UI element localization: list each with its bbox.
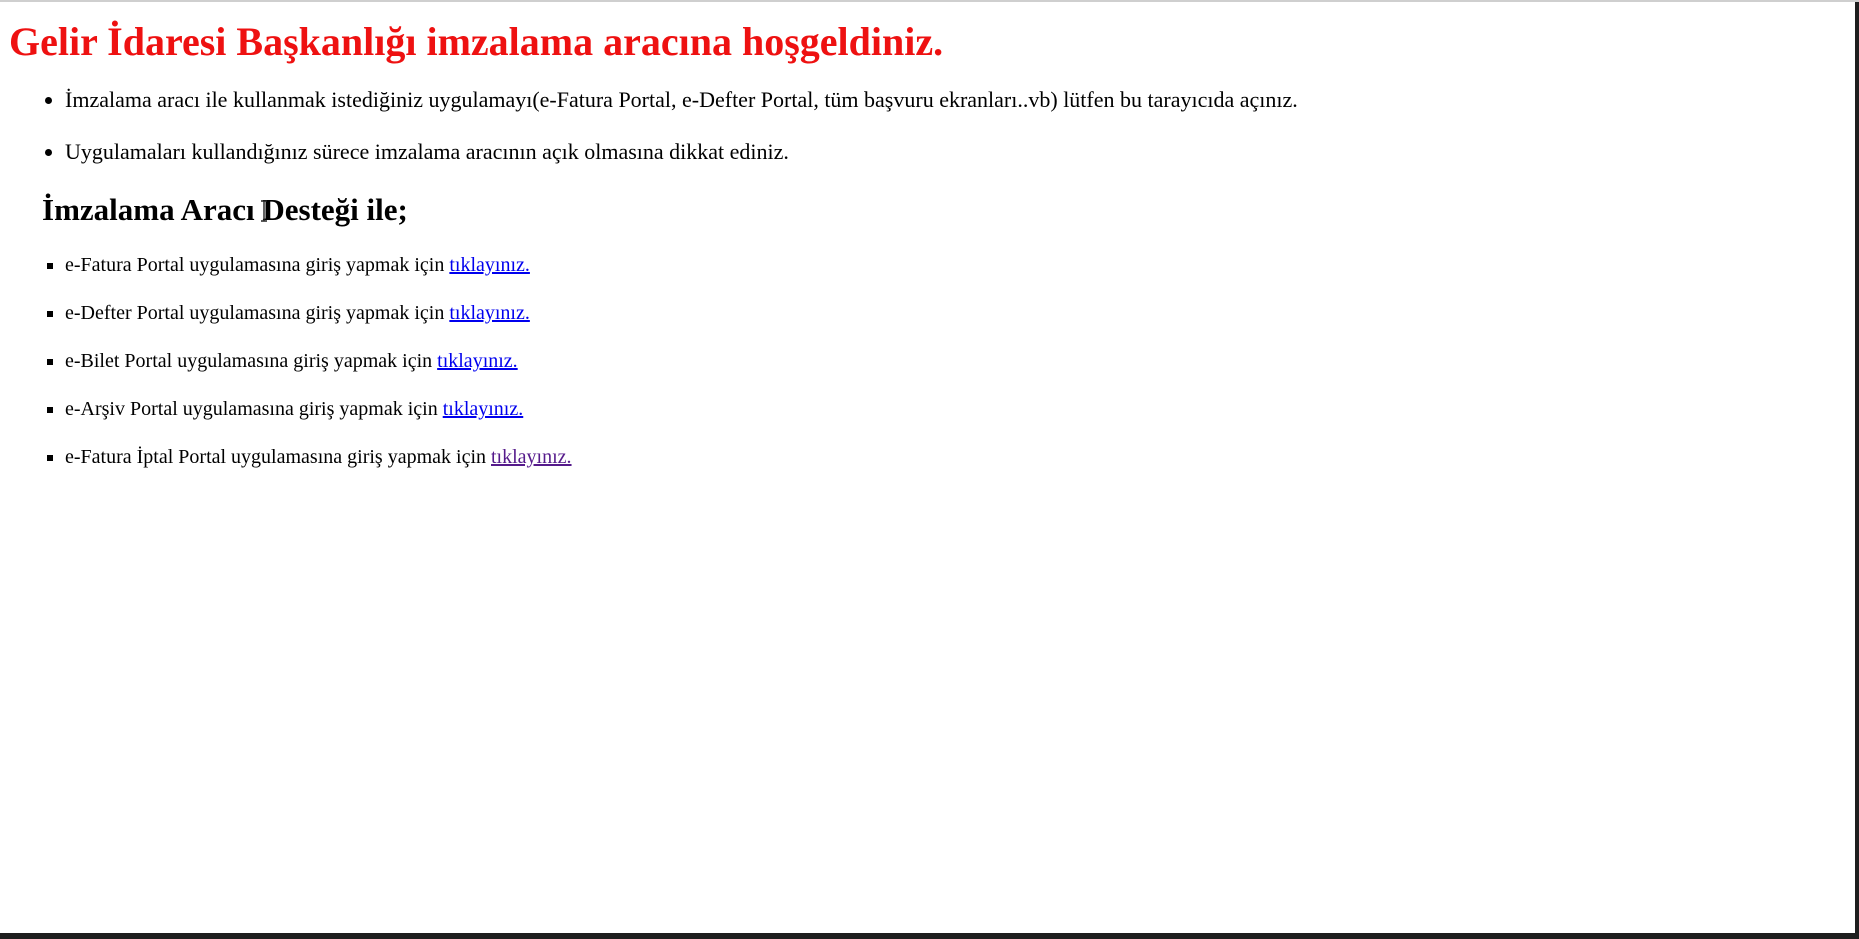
list-item-e-bilet: e-Bilet Portal uygulamasına giriş yapmak… [65,348,1809,374]
e-bilet-portal-link[interactable]: tıklayınız. [437,350,518,372]
e-arsiv-portal-link[interactable]: tıklayınız. [443,398,524,420]
list-item-text: e-Fatura Portal uygulamasına giriş yapma… [65,254,450,276]
page-title: Gelir İdaresi Başkanlığı imzalama aracın… [9,19,944,64]
window-right-edge [1855,2,1859,939]
list-item-text: e-Fatura İptal Portal uygulamasına giriş… [65,446,491,468]
support-subtitle: İmzalama Aracı Desteği ile; [42,192,408,227]
list-item-text: e-Bilet Portal uygulamasına giriş yapmak… [65,350,438,372]
browser-page: Gelir İdaresi Başkanlığı imzalama aracın… [0,0,1859,939]
list-item-e-defter: e-Defter Portal uygulamasına giriş yapma… [65,300,1809,326]
list-item-e-fatura-iptal: e-Fatura İptal Portal uygulamasına giriş… [65,444,1809,470]
window-bottom-edge [0,933,1859,939]
info-item-keep-open: Uygulamaları kullandığınız sürece imzala… [65,138,1809,166]
e-fatura-iptal-portal-link[interactable]: tıklayınız. [491,446,572,468]
list-item-text: e-Arşiv Portal uygulamasına giriş yapmak… [65,398,443,420]
list-item-e-fatura: e-Fatura Portal uygulamasına giriş yapma… [65,252,1809,278]
info-list: İmzalama aracı ile kullanmak istediğiniz… [9,86,1809,166]
list-item-e-arsiv: e-Arşiv Portal uygulamasına giriş yapmak… [65,396,1809,422]
list-item-text: e-Defter Portal uygulamasına giriş yapma… [65,302,450,324]
portal-link-list: e-Fatura Portal uygulamasına giriş yapma… [9,252,1809,470]
page-content: Gelir İdaresi Başkanlığı imzalama aracın… [9,16,1809,492]
info-item-open-app: İmzalama aracı ile kullanmak istediğiniz… [65,86,1809,114]
e-defter-portal-link[interactable]: tıklayınız. [449,302,530,324]
e-fatura-portal-link[interactable]: tıklayınız. [449,254,530,276]
text-cursor-icon [261,200,267,222]
